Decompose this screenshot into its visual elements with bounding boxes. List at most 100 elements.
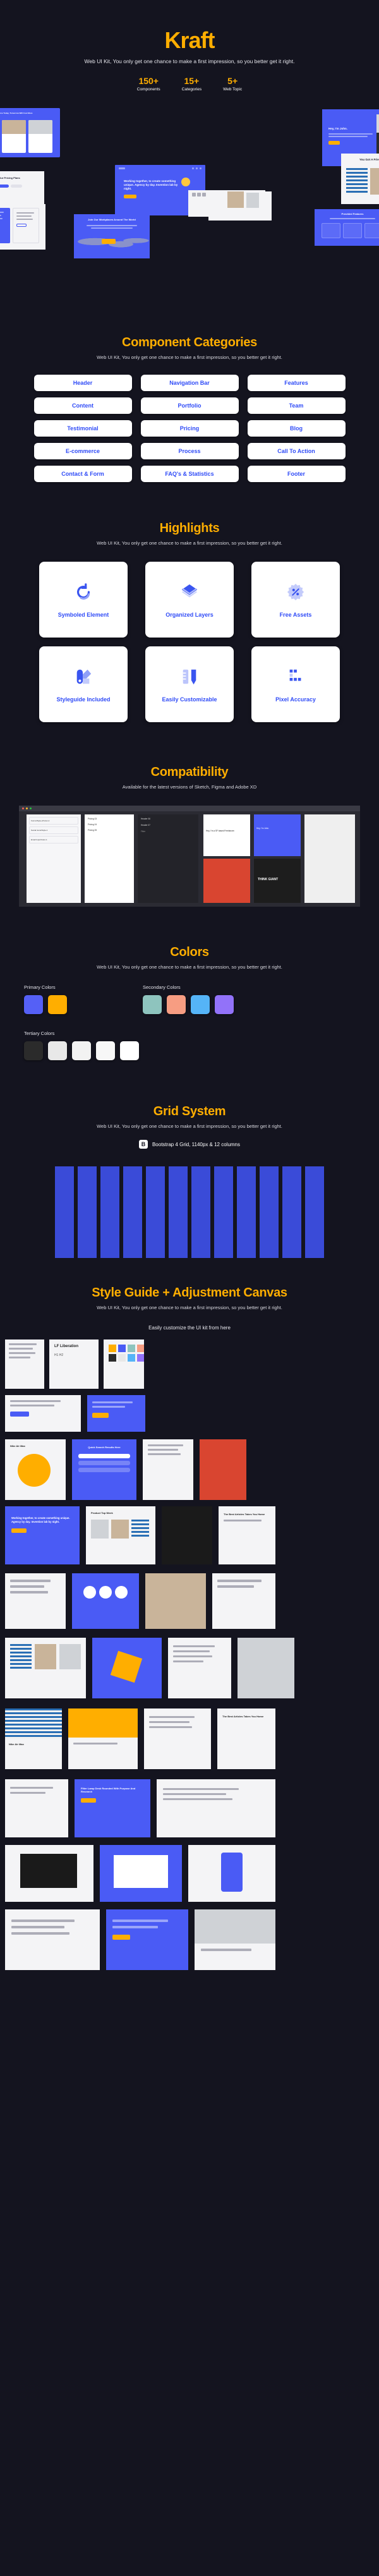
section-subtitle: Available for the latest versions of Ske…: [122, 784, 257, 790]
tile-headline: Filter Lamp Desk Rounded With Purpose An…: [81, 1787, 136, 1793]
category-pill-features[interactable]: Features: [247, 375, 346, 391]
pricing-item[interactable]: Pricing 03: [88, 818, 131, 820]
mockup-headline: Live Today, Tomorrow Will Cost More: [0, 112, 33, 114]
header-list-panel[interactable]: Header 06 Header 07 Filter: [138, 814, 198, 903]
canvas-tile-color-grid: [104, 1339, 144, 1389]
grid-columns-visual: [0, 1160, 379, 1264]
layers-panel[interactable]: Forms/Style-2/Color-2 Social Icons/Style…: [27, 814, 81, 903]
section-subtitle: Web UI Kit, You only get one chance to m…: [97, 1123, 282, 1129]
section-title: Style Guide + Adjustment Canvas: [92, 1286, 287, 1300]
section-title: Component Categories: [121, 336, 258, 349]
canvas-tile-typography: LF Liberation H1 H2: [49, 1339, 99, 1389]
header-item[interactable]: Header 06: [141, 818, 195, 820]
stat-categories: 15+ Categories: [182, 76, 202, 92]
stat-number: 150+: [138, 76, 159, 86]
category-pill-contact-form[interactable]: Contact & Form: [33, 466, 132, 482]
layer-item[interactable]: Email Input/Color-1: [29, 836, 78, 844]
canvas-tile-orange-feature: [68, 1708, 138, 1769]
preview-card-john: Hey, I'm John.: [254, 814, 301, 856]
swatch-primary-gold[interactable]: [48, 995, 67, 1014]
section-title: Compatibility: [150, 765, 229, 779]
canvas-tile-stats-white: [5, 1573, 66, 1629]
category-pill-header[interactable]: Header: [33, 375, 132, 391]
pricing-list-panel[interactable]: Pricing 03 Pricing 04 Pricing 05: [85, 814, 134, 903]
mockup-workplace-map-blue: Join Our Workplaces Around The World: [74, 214, 150, 258]
stat-number: 15+: [184, 76, 200, 86]
styleguide-section: Style Guide + Adjustment Canvas Web UI K…: [0, 1264, 379, 1981]
layer-item[interactable]: Social Icons/Style-1: [29, 826, 78, 834]
tertiary-colors-label: Tertiary Colors: [24, 1031, 55, 1036]
category-pill-process[interactable]: Process: [140, 443, 239, 459]
canvas-tile-agency-blue: Working together, to create something un…: [5, 1506, 80, 1564]
grid-system-section: Grid System Web UI Kit, You only get one…: [0, 1060, 379, 1264]
mockup-headline: Provided Features: [341, 212, 364, 215]
swatch-secondary-sky[interactable]: [191, 995, 210, 1014]
highlight-card-organized-layers[interactable]: Organized Layers: [145, 562, 234, 638]
swatch-primary-blue[interactable]: [24, 995, 43, 1014]
canvas-tile-components-list: [5, 1339, 44, 1389]
swatch-tertiary-black[interactable]: [24, 1041, 43, 1060]
tile-headline: The Best Articles Takes You Home: [224, 1513, 265, 1516]
swatch-tertiary-white[interactable]: [120, 1041, 139, 1060]
category-pill-call-to-action[interactable]: Call To Action: [247, 443, 346, 459]
swatch-secondary-purple[interactable]: [215, 995, 234, 1014]
canvas-tile-footer-white: [5, 1779, 68, 1837]
grid-column: [146, 1166, 165, 1258]
mockup-blog-cards-blue: Live Today, Tomorrow Will Cost More: [0, 108, 60, 157]
canvas-tile-gallery-white: [5, 1638, 86, 1698]
hero-mockup-collage-row2: Join Our Workplaces Around The World Pro…: [0, 190, 379, 305]
category-pill-testimonial[interactable]: Testimonial: [33, 420, 132, 437]
highlight-card-styleguide-included[interactable]: Styleguide Included: [39, 646, 128, 722]
swatch-tertiary-gray-1[interactable]: [48, 1041, 67, 1060]
category-pill-pricing[interactable]: Pricing: [140, 420, 239, 437]
section-title: Colors: [170, 945, 209, 959]
swatch-secondary-teal[interactable]: [143, 995, 162, 1014]
preview-card-red: [203, 859, 250, 903]
pricing-item[interactable]: Pricing 05: [88, 829, 131, 831]
primary-colors-group: Primary Colors: [24, 984, 67, 1014]
swatch-tertiary-gray-2[interactable]: [72, 1041, 91, 1060]
tile-headline: Working together, to create something un…: [11, 1516, 70, 1523]
tile-sub: H1 H2: [54, 1353, 64, 1357]
category-pill-blog[interactable]: Blog: [247, 420, 346, 437]
canvas-tile-pen-blue: [92, 1638, 162, 1698]
highlight-label: Free Assets: [279, 612, 312, 618]
highlight-card-pixel-accuracy[interactable]: Pixel Accuracy: [251, 646, 340, 722]
header-item[interactable]: Header 07: [141, 824, 195, 826]
canvas-tile-tablet-white: [5, 1845, 93, 1902]
swatch-tertiary-gray-3[interactable]: [96, 1041, 115, 1060]
refresh-symbol-icon: [73, 581, 94, 603]
canvas-tile-product-grid: Product Top Week: [86, 1506, 155, 1564]
color-palettes: Primary Colors Secondary Colors Tertiary…: [0, 984, 379, 1060]
category-pill-content[interactable]: Content: [33, 397, 132, 414]
canvas-tile-final-center: [106, 1909, 188, 1970]
category-pill-portfolio[interactable]: Portfolio: [140, 397, 239, 414]
swatch-secondary-salmon[interactable]: [167, 995, 186, 1014]
grid-column: [55, 1166, 74, 1258]
category-pill-team[interactable]: Team: [247, 397, 346, 414]
stat-label: Web Topic: [223, 87, 243, 92]
category-pill-faqs[interactable]: FAQ's & Statistics: [140, 466, 239, 482]
styleguide-canvas-collage: LF Liberation H1 H2 Nike Air Max Quick S…: [0, 1339, 379, 1981]
color-swatch-icon: [73, 666, 94, 687]
category-pill-footer[interactable]: Footer: [247, 466, 346, 482]
category-pill-ecommerce[interactable]: E-commerce: [33, 443, 132, 459]
layer-item[interactable]: Forms/Style-2/Color-2: [29, 817, 78, 825]
pricing-item[interactable]: Pricing 04: [88, 823, 131, 826]
highlight-card-easily-customizable[interactable]: Easily Customizable: [145, 646, 234, 722]
category-pill-grid: Header Navigation Bar Features Content P…: [0, 375, 379, 482]
preview-text: Hey, I'm a SF based Freelancer.: [206, 830, 235, 832]
category-pill-navigation-bar[interactable]: Navigation Bar: [140, 375, 239, 391]
highlight-card-symboled-element[interactable]: Symboled Element: [39, 562, 128, 638]
header-item[interactable]: Filter: [141, 830, 195, 833]
tile-headline: Nike Air Max: [9, 1743, 24, 1746]
canvas-tile-article-2: The Best Articles Takes You Home: [217, 1708, 275, 1769]
highlight-card-free-assets[interactable]: Free Assets: [251, 562, 340, 638]
hero-section: Kraft Web UI Kit, You only get one chanc…: [0, 0, 379, 305]
preview-text: Hey, I'm John.: [256, 827, 270, 830]
secondary-colors-label: Secondary Colors: [143, 984, 181, 990]
layers-icon: [179, 581, 200, 603]
stat-web-topic: 5+ Web Topic: [223, 76, 242, 92]
highlight-label: Easily Customizable: [162, 696, 217, 703]
canvas-tile-laptop-blue: [100, 1845, 182, 1902]
